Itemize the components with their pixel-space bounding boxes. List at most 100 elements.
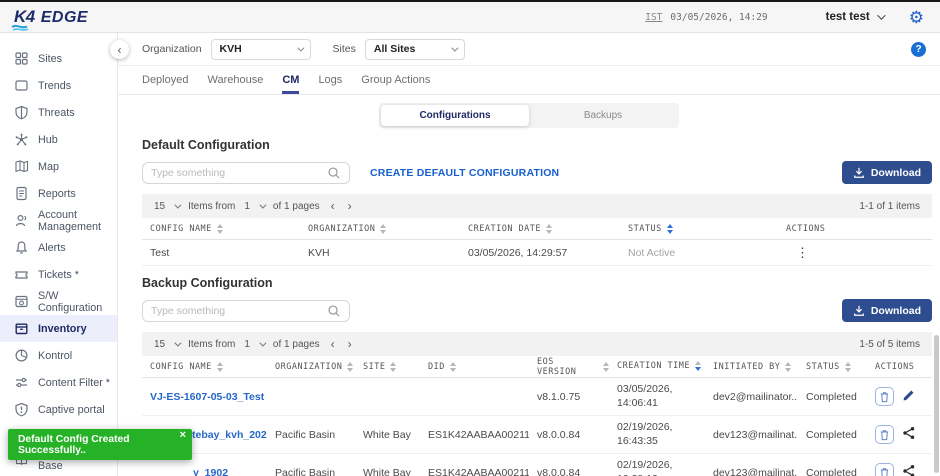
sidebar-item-alerts[interactable]: Alerts [0, 234, 117, 261]
sidebar-item-inventory[interactable]: Inventory [0, 315, 117, 342]
datetime-label: 03/05/2026, 14:29 [670, 12, 767, 23]
creation-time-cell: 02/19/2026, 10:38:12 [609, 459, 705, 476]
table-row: VJ-ES-1607-05-03_Test v8.1.0.75 03/05/20… [142, 378, 932, 416]
items-from-label: Items from [188, 339, 235, 350]
initiated-by-cell: dev123@mailinat... [705, 467, 798, 476]
sidebar-item-reports[interactable]: Reports [0, 180, 117, 207]
column-header: EOS VERSION [537, 357, 598, 377]
config-name-link[interactable]: VJ-ES-1607-05-03_Test [142, 391, 267, 403]
chevron-down-icon [877, 11, 885, 19]
delete-button[interactable] [875, 463, 894, 476]
tab-group-actions[interactable]: Group Actions [361, 74, 430, 94]
chevron-down-icon [451, 44, 458, 51]
search-input[interactable] [151, 305, 327, 317]
share-button[interactable] [902, 426, 916, 443]
sort-icon[interactable] [546, 224, 552, 234]
sort-icon[interactable] [347, 362, 353, 372]
default-search[interactable] [142, 162, 350, 184]
sidebar-item-sw-configuration[interactable]: S/W Configuration [0, 288, 117, 315]
next-page-button[interactable]: › [346, 199, 354, 213]
status-cell: Completed [798, 467, 867, 476]
timezone-label[interactable]: IST [645, 12, 662, 23]
subtab-backups[interactable]: Backups [529, 105, 677, 126]
sidebar-collapse-button[interactable]: ‹ [110, 40, 129, 59]
organization-cell: KVH [300, 247, 460, 259]
search-input[interactable] [151, 167, 327, 179]
default-table-header: CONFIG NAME ORGANIZATION CREATION DATE S… [142, 218, 932, 240]
sidebar-item-account-management[interactable]: Account Management [0, 207, 117, 234]
page-number-value[interactable]: 1 [244, 339, 250, 350]
org-filter-row: Organization KVH Sites All Sites ? [118, 33, 940, 66]
settings-gear-icon[interactable]: ⚙ [909, 9, 924, 26]
prev-page-button[interactable]: ‹ [329, 199, 337, 213]
toast-close-icon[interactable]: × [180, 429, 186, 441]
sidebar-item-content-filter[interactable]: Content Filter * [0, 369, 117, 396]
sort-icon[interactable] [667, 224, 673, 234]
sidebar-item-threats[interactable]: Threats [0, 99, 117, 126]
share-button[interactable] [902, 464, 916, 476]
topbar-right: IST 03/05/2026, 14:29 test test ⚙ [645, 9, 924, 26]
backup-configuration-section: Backup Configuration Download 15 [118, 276, 940, 476]
backup-search[interactable] [142, 300, 350, 322]
shield-alert-icon [14, 402, 29, 417]
organization-label: Organization [142, 43, 202, 55]
shield-icon [14, 105, 29, 120]
help-icon[interactable]: ? [911, 42, 926, 57]
sidebar-item-kontrol[interactable]: Kontrol [0, 342, 117, 369]
sort-icon[interactable] [217, 224, 223, 234]
sort-icon[interactable] [845, 362, 851, 372]
vertical-scrollbar[interactable] [934, 335, 939, 473]
tab-warehouse[interactable]: Warehouse [207, 74, 263, 94]
sort-icon[interactable] [450, 362, 456, 372]
edit-button[interactable] [902, 388, 916, 405]
app-logo: K4 EDGE [14, 7, 88, 27]
config-name-link[interactable]: y_1902 [142, 467, 267, 476]
download-icon [853, 304, 865, 317]
share-icon [902, 464, 916, 476]
sidebar-item-map[interactable]: Map [0, 153, 117, 180]
sort-icon[interactable] [390, 362, 396, 372]
sidebar-item-trends[interactable]: Trends [0, 72, 117, 99]
site-cell: White Bay [355, 429, 420, 441]
prev-page-button[interactable]: ‹ [329, 337, 337, 351]
sort-icon[interactable] [785, 362, 791, 372]
page-size-value[interactable]: 15 [154, 201, 165, 212]
delete-button[interactable] [875, 387, 894, 406]
column-header: ACTIONS [786, 224, 825, 234]
delete-button[interactable] [875, 425, 894, 444]
search-icon [327, 304, 341, 318]
subtab-configurations[interactable]: Configurations [381, 105, 529, 126]
tab-logs[interactable]: Logs [318, 74, 342, 94]
sites-dropdown[interactable]: All Sites [365, 39, 465, 60]
create-default-configuration-link[interactable]: CREATE DEFAULT CONFIGURATION [370, 167, 559, 179]
page-size-value[interactable]: 15 [154, 339, 165, 350]
column-header: SITE [363, 362, 385, 372]
did-cell: ES1K42AABAA002110 [420, 467, 529, 476]
chevron-down-icon [259, 339, 266, 346]
status-cell: Completed [798, 391, 867, 403]
column-header: STATUS [806, 362, 840, 372]
tab-cm[interactable]: CM [282, 74, 299, 94]
tab-deployed[interactable]: Deployed [142, 74, 188, 94]
logo-k4: K4 [14, 7, 35, 27]
sort-icon[interactable] [380, 224, 386, 234]
column-header: ORGANIZATION [308, 224, 375, 234]
sidebar-item-label: Tickets * [38, 269, 79, 281]
download-button[interactable]: Download [842, 161, 932, 184]
user-menu[interactable]: test test [826, 11, 883, 23]
sidebar-item-sites[interactable]: Sites [0, 45, 117, 72]
sort-icon[interactable] [695, 361, 701, 371]
table-row: Test KVH 03/05/2026, 14:29:57 Not Active… [142, 240, 932, 266]
next-page-button[interactable]: › [346, 337, 354, 351]
page-number-value[interactable]: 1 [244, 201, 250, 212]
sidebar-item-captive-portal[interactable]: Captive portal [0, 396, 117, 423]
sidebar-item-hub[interactable]: Hub [0, 126, 117, 153]
organization-dropdown[interactable]: KVH [211, 39, 311, 60]
sidebar-item-tickets[interactable]: Tickets * [0, 261, 117, 288]
sort-icon[interactable] [217, 362, 223, 372]
default-configuration-section: Default Configuration CREATE DEFAULT CON… [118, 138, 940, 266]
column-header: ACTIONS [875, 362, 914, 372]
sidebar-item-label: Account Management [38, 209, 117, 233]
download-button[interactable]: Download [842, 299, 932, 322]
kebab-menu-icon[interactable]: ⋮ [786, 245, 809, 260]
